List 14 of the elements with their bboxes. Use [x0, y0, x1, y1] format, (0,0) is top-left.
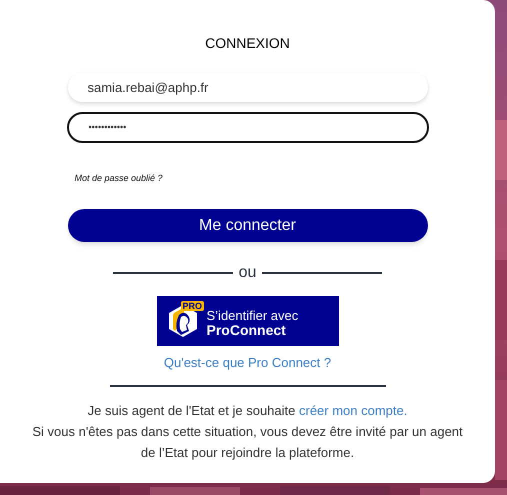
invite-note: Si vous n'êtes pas dans cette situation, vous devez être invité par un agent de l’Etat pour rejoindre la plateforme. — [31, 422, 464, 462]
separator-label: ou — [238, 265, 256, 281]
create-account-link[interactable]: créer mon compte. — [298, 402, 408, 418]
login-button[interactable]: Me connecter — [68, 209, 428, 242]
account-note: Je suis agent de l'Etat et je souhaite créer mon compte. — [88, 402, 408, 420]
email-field[interactable]: samia.rebai@aphp.fr — [68, 73, 428, 102]
proconnect-info-link[interactable]: Qu'est-ce que Pro Connect ? — [164, 353, 332, 372]
login-title: CONNEXION — [205, 35, 290, 51]
password-field[interactable]: •••••••••••• — [66, 112, 428, 143]
forgot-password-link[interactable]: Mot de passe oublié ? — [74, 173, 163, 183]
pro-badge: PRO — [180, 301, 204, 311]
proconnect-line: S’identifier avec — [206, 308, 298, 323]
proconnect-button[interactable]: PRO S’identifier avec ProConnect — [156, 296, 338, 346]
proconnect-name: ProConnect — [206, 323, 286, 338]
